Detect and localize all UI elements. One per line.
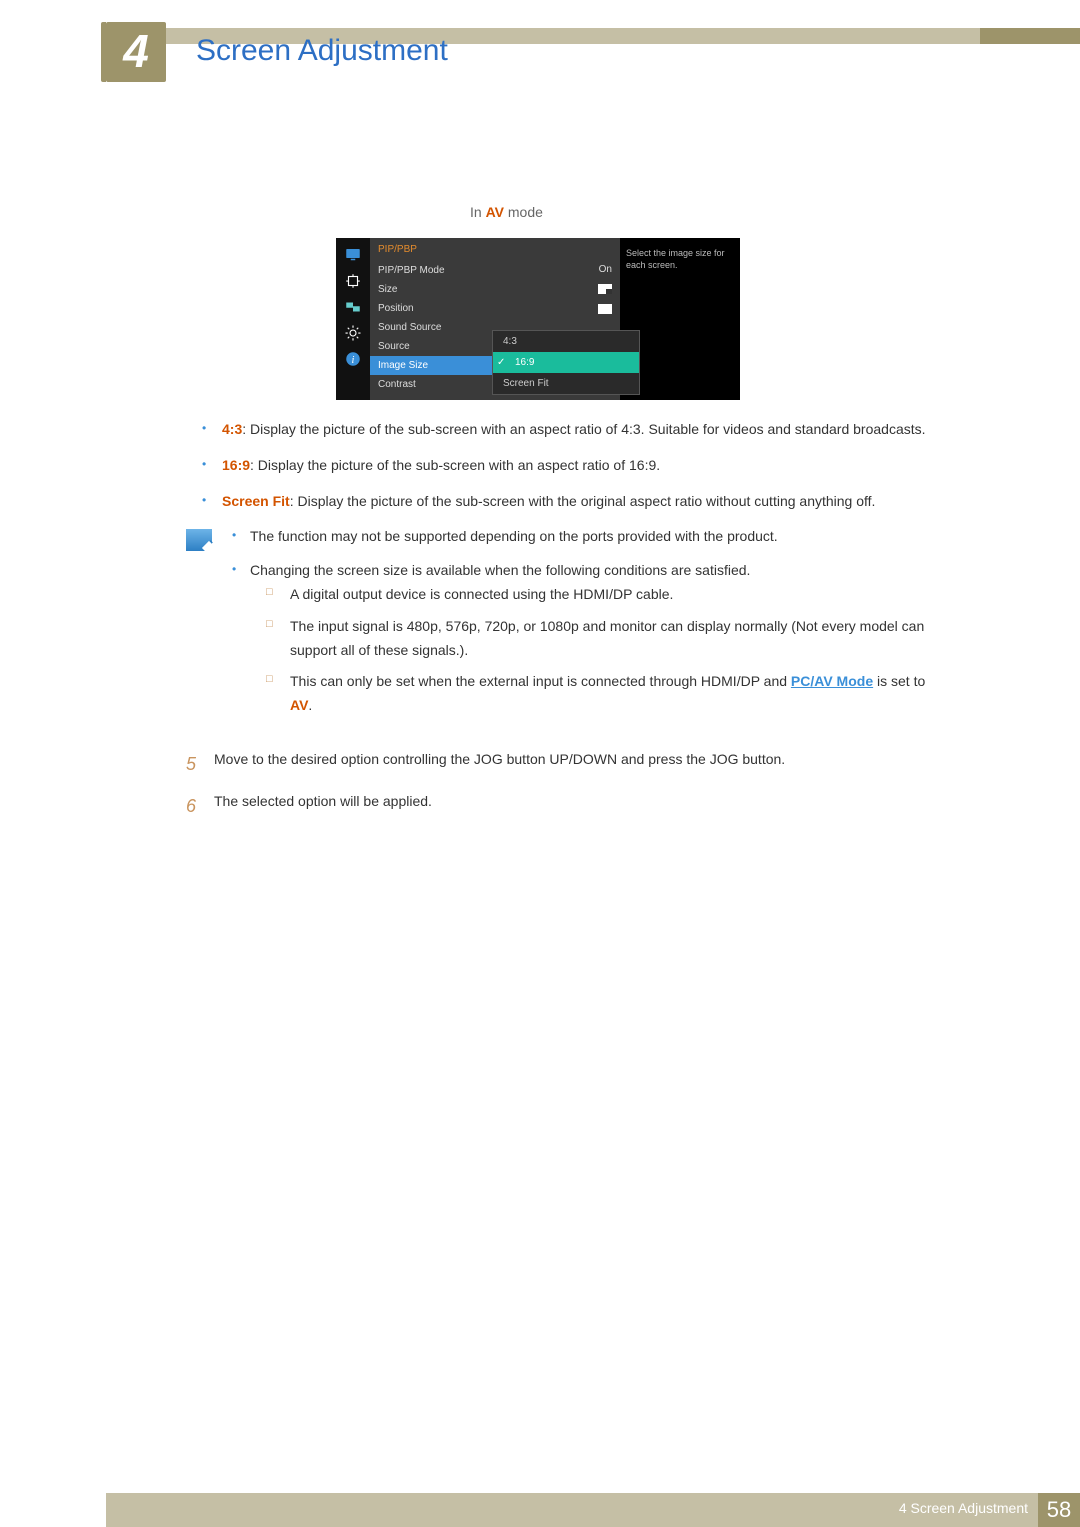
mode-prefix: In	[470, 204, 486, 220]
mode-suffix: mode	[504, 204, 543, 220]
pip-icon	[344, 298, 362, 316]
note-line-2: Changing the screen size is available wh…	[250, 559, 926, 718]
mode-label: In AV mode	[470, 204, 543, 220]
osd-item-image-size: Image Size	[370, 356, 492, 375]
note-sub-1: A digital output device is connected usi…	[290, 583, 926, 607]
pc-av-mode-link[interactable]: PC/AV Mode	[791, 673, 873, 689]
footer-page-number: 58	[1038, 1493, 1080, 1527]
step-number: 5	[186, 748, 214, 780]
chapter-number-badge: 4	[106, 22, 166, 82]
svg-text:i: i	[352, 355, 355, 366]
step-number: 6	[186, 790, 214, 822]
note-sub-2: The input signal is 480p, 576p, 720p, or…	[290, 615, 926, 663]
footer-label: 4 Screen Adjustment	[899, 1500, 1028, 1516]
note-block: The function may not be supported depend…	[186, 525, 926, 728]
bullet-16-9: 16:9: Display the picture of the sub-scr…	[222, 454, 926, 478]
osd-menu-list: PIP/PBP PIP/PBP Mode Size Position Sound…	[370, 238, 492, 400]
step-6: 6 The selected option will be applied.	[186, 790, 926, 822]
monitor-icon	[344, 246, 362, 264]
osd-sidebar-icons: i	[336, 238, 370, 400]
info-icon: i	[344, 350, 362, 368]
osd-value-position	[492, 300, 620, 320]
osd-sub-4-3: 4:3	[493, 331, 639, 352]
osd-item-contrast: Contrast	[370, 375, 492, 394]
osd-submenu: 4:3 16:9 Screen Fit	[492, 330, 640, 395]
footer: 4 Screen Adjustment 58	[0, 1493, 1080, 1527]
note-line-1: The function may not be supported depend…	[250, 525, 926, 549]
osd-item-source: Source	[370, 337, 492, 356]
osd-menu-header: PIP/PBP	[370, 242, 492, 261]
osd-screenshot: i PIP/PBP PIP/PBP Mode Size Position Sou…	[336, 238, 740, 400]
osd-value-size	[492, 280, 620, 300]
resize-icon	[344, 272, 362, 290]
osd-item-position: Position	[370, 299, 492, 318]
note-icon	[186, 529, 212, 551]
bullet-screen-fit: Screen Fit: Display the picture of the s…	[222, 490, 926, 514]
bullet-4-3: 4:3: Display the picture of the sub-scre…	[222, 418, 926, 442]
osd-value-mode: On	[492, 260, 620, 280]
osd-item-mode: PIP/PBP Mode	[370, 261, 492, 280]
page-title: Screen Adjustment	[196, 34, 448, 68]
osd-item-size: Size	[370, 280, 492, 299]
osd-sub-screen-fit: Screen Fit	[493, 373, 639, 394]
note-sub-3: This can only be set when the external i…	[290, 670, 926, 718]
mode-accent: AV	[486, 204, 504, 220]
step-5: 5 Move to the desired option controlling…	[186, 748, 926, 780]
steps-list: 5 Move to the desired option controlling…	[186, 748, 926, 821]
body-content: 4:3: Display the picture of the sub-scre…	[186, 418, 926, 831]
gear-icon	[344, 324, 362, 342]
osd-item-sound: Sound Source	[370, 318, 492, 337]
osd-sub-16-9: 16:9	[493, 352, 639, 373]
